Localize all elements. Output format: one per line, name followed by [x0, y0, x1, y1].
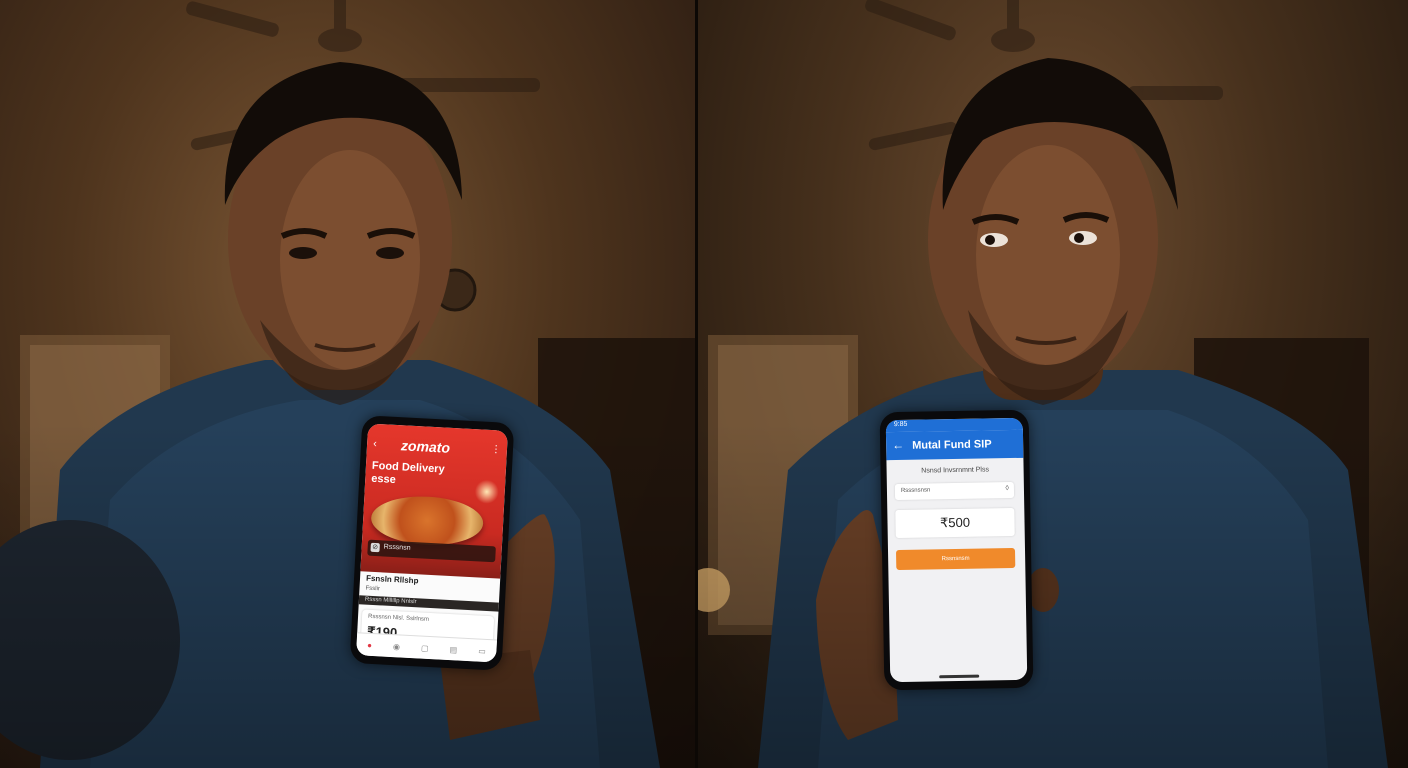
nav-search-icon[interactable]: ◉: [393, 642, 400, 651]
restaurant-subtitle: Fsslir: [365, 585, 381, 593]
more-options-icon[interactable]: ⋮: [491, 444, 502, 456]
badge-text: Rsssnsn: [383, 543, 411, 552]
back-arrow-icon[interactable]: ‹: [373, 438, 377, 450]
zomato-phone: ‹ zomato ⋮ Food Delivery esse ⊘ Rsssnsn …: [349, 415, 515, 671]
back-arrow-icon[interactable]: ←: [892, 438, 904, 452]
home-indicator: [938, 674, 979, 679]
dropdown-icon: ◊: [1005, 485, 1009, 493]
order-card-label: Rsssnsn Nlsl. Sslrlnsm: [367, 613, 430, 623]
zomato-screen: ‹ zomato ⋮ Food Delivery esse ⊘ Rsssnsn …: [356, 423, 508, 663]
fund-select-placeholder: Rsssnsnsn: [900, 487, 931, 494]
fund-select[interactable]: Rsssnsnsn ◊: [894, 481, 1015, 501]
info-strip-text: Rsssn Mllllllp Nnlslr: [364, 596, 417, 606]
screen-subtitle: Nsnsd Invsrnmnt Plss: [921, 466, 990, 475]
mutual-fund-phone: 9:85 ← Mutal Fund SIP Nsnsd Invsrnmnt Pl…: [879, 409, 1034, 691]
badge-icon: ⊘: [370, 542, 380, 553]
mutual-fund-screen: 9:85 ← Mutal Fund SIP Nsnsd Invsrnmnt Pl…: [885, 417, 1028, 683]
zomato-logo: zomato: [400, 437, 451, 456]
nav-home-icon[interactable]: ●: [367, 640, 372, 649]
nav-orders-icon[interactable]: ▢: [421, 643, 429, 652]
right-photo-panel: 9:85 ← Mutal Fund SIP Nsnsd Invsrnmnt Pl…: [698, 0, 1408, 768]
pizza-image: [369, 493, 485, 548]
comparison-scene: ‹ zomato ⋮ Food Delivery esse ⊘ Rsssnsn …: [0, 0, 1408, 768]
status-time: 9:85: [893, 420, 908, 429]
offer-badge[interactable]: ⊘ Rsssnsn: [367, 539, 496, 563]
invest-button[interactable]: Rssnsnsm: [895, 547, 1016, 571]
zomato-header: ‹ zomato ⋮ Food Delivery esse ⊘ Rsssnsn: [360, 423, 508, 579]
headline: Food Delivery esse: [371, 460, 492, 492]
light-glow: [474, 479, 500, 505]
restaurant-name: Fsnsln Rllshp: [365, 573, 419, 586]
info-strip: Rsssn Mllllllp Nnlslr: [358, 595, 499, 612]
bottom-shade: [0, 0, 695, 768]
left-photo-panel: ‹ zomato ⋮ Food Delivery esse ⊘ Rsssnsn …: [0, 0, 695, 768]
screen-title: Mutal Fund SIP: [912, 438, 992, 452]
nav-cart-icon[interactable]: ▤: [449, 645, 457, 654]
bottom-shade: [698, 0, 1408, 768]
app-bar: ← Mutal Fund SIP: [885, 429, 1024, 461]
nav-profile-icon[interactable]: ▭: [478, 646, 486, 655]
amount-field[interactable]: ₹500: [895, 507, 1015, 539]
